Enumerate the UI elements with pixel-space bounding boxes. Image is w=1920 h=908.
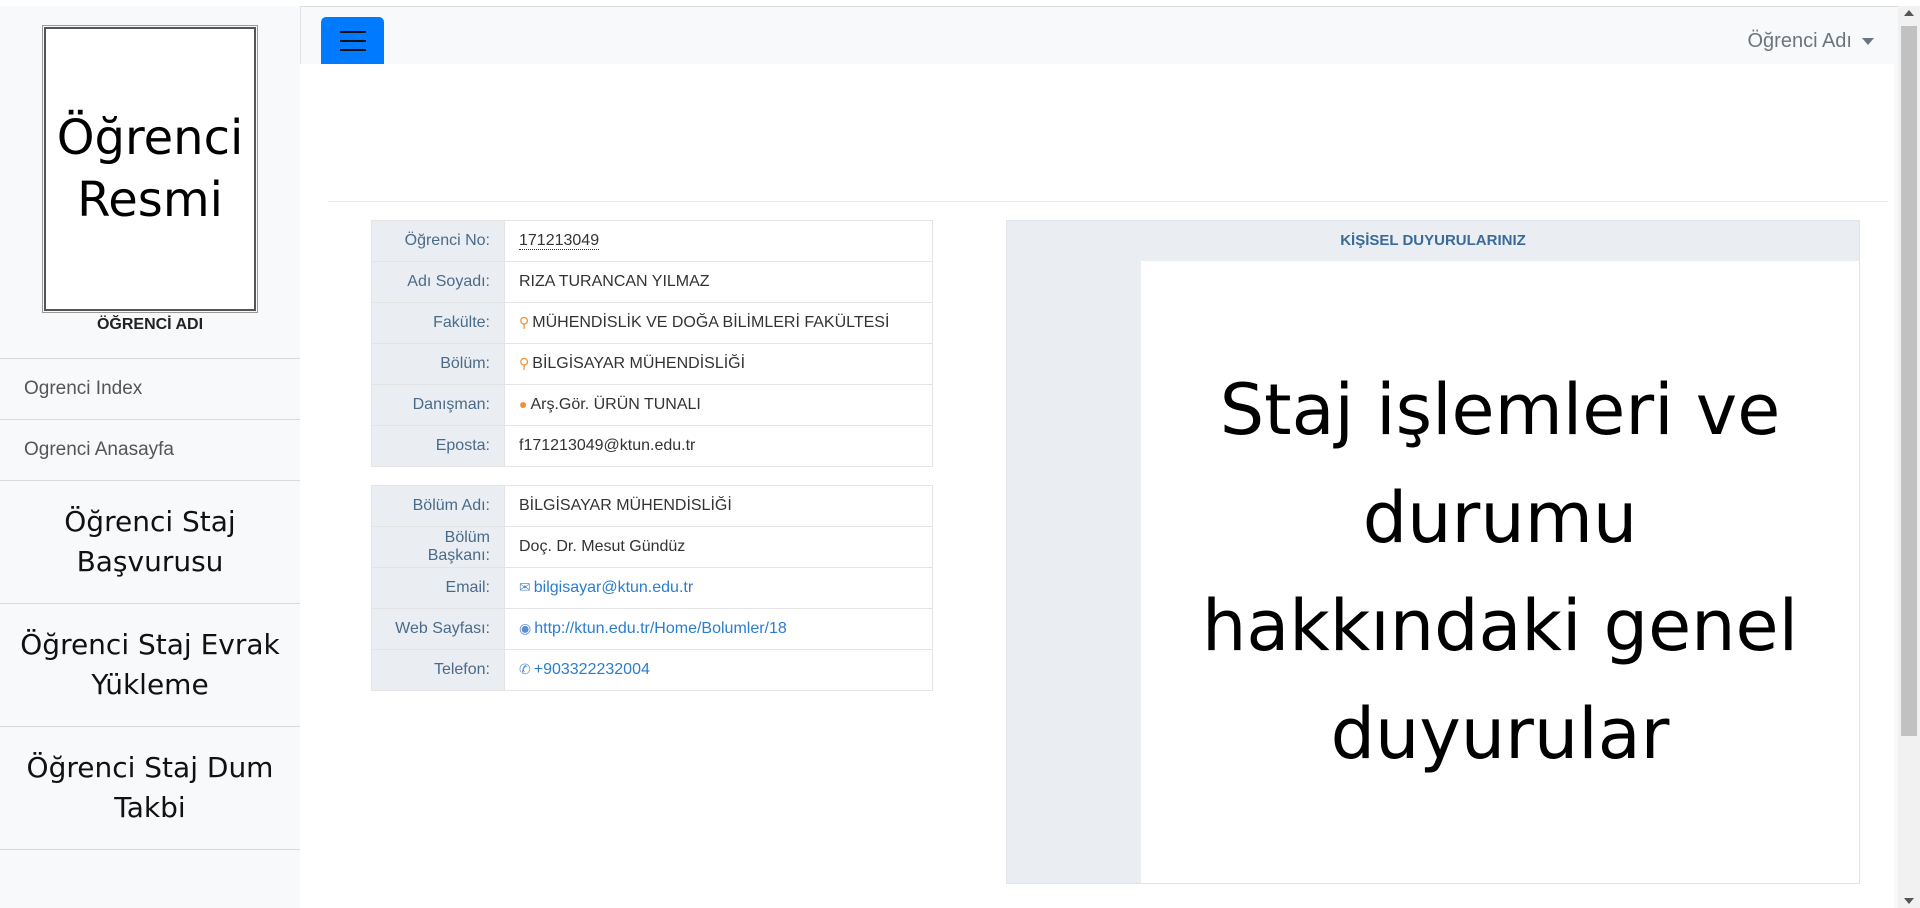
user-name-label: Öğrenci Adı [1747,30,1852,52]
student-email: f171213049@ktun.edu.tr [504,425,933,467]
table-row: Fakülte: ⚲ MÜHENDİSLİK VE DOĞA BİLİMLERİ … [371,302,933,344]
row-value-cell: ⚲ BİLGİSAYAR MÜHENDİSLİĞİ [504,343,933,385]
row-value-cell: ✉ bilgisayar@ktun.edu.tr [504,567,933,609]
sidebar-item-label: Ogrenci Index [24,378,143,399]
table-row: Adı Soyadı: RIZA TURANCAN YILMAZ [371,261,933,303]
row-label: Telefon: [371,649,505,691]
sidebar-item-ogrenci-anasayfa[interactable]: Ogrenci Anasayfa [0,420,300,481]
sidebar-nav: Ogrenci Index Ogrenci Anasayfa Öğrenci S… [0,358,300,850]
sidebar: Öğrenci Resmi ÖĞRENCİ ADI Ogrenci Index … [0,6,301,908]
table-row: Bölüm Adı: BİLGİSAYAR MÜHENDİSLİĞİ [371,485,933,527]
sidebar-item-staj-evrak-yukleme[interactable]: Öğrenci Staj Evrak Yükleme [0,604,300,727]
row-value-cell: ✆ +903322232004 [504,649,933,691]
sidebar-item-label: Ogrenci Anasayfa [24,439,174,460]
sidebar-item-staj-durum-takibi[interactable]: Öğrenci Staj Dum Takbi [0,727,300,850]
header-divider [328,201,1888,202]
scroll-up-arrow-icon[interactable] [1904,10,1914,16]
table-row: Öğrenci No: 171213049 [371,220,933,262]
department-name: BİLGİSAYAR MÜHENDİSLİĞİ [504,485,933,527]
department-website-link[interactable]: http://ktun.edu.tr/Home/Bolumler/18 [534,620,787,637]
sidebar-toggle-button[interactable] [321,17,384,64]
advisor-value: Arş.Gör. ÜRÜN TUNALI [530,396,701,413]
faculty-value: MÜHENDİSLİK VE DOĞA BİLİMLERİ FAKÜLTESİ [532,314,890,331]
row-label: Bölüm Başkanı: [371,526,505,568]
row-label: Adı Soyadı: [371,261,505,303]
student-info-table: Öğrenci No: 171213049 Adı Soyadı: RIZA T… [371,220,933,467]
table-row: Eposta: f171213049@ktun.edu.tr [371,425,933,467]
row-label: Öğrenci No: [371,220,505,262]
page-scrollbar[interactable] [1898,6,1920,908]
sidebar-item-label: Öğrenci Staj Dum Takbi [26,751,274,824]
phone-icon: ✆ [519,661,531,677]
student-photo-placeholder: Öğrenci Resmi [42,25,258,313]
department-email-link[interactable]: bilgisayar@ktun.edu.tr [534,579,693,596]
student-number: 171213049 [519,232,600,250]
sidebar-item-label: Öğrenci Staj Evrak Yükleme [20,628,280,701]
row-label: Danışman: [371,384,505,426]
row-label: Fakülte: [371,302,505,344]
table-row: Web Sayfası: ◉ http://ktun.edu.tr/Home/Bo… [371,608,933,650]
sidebar-item-ogrenci-index[interactable]: Ogrenci Index [0,359,300,420]
table-row: Bölüm Başkanı: Doç. Dr. Mesut Gündüz [371,526,933,568]
row-label: Web Sayfası: [371,608,505,650]
caret-down-icon [1862,38,1874,45]
row-value-cell: 171213049 [504,220,933,262]
department-info-table: Bölüm Adı: BİLGİSAYAR MÜHENDİSLİĞİ Bölüm… [371,485,933,691]
announcements-body: Staj işlemleri ve durumu hakkındaki gene… [1141,261,1859,883]
department-head: Doç. Dr. Mesut Gündüz [504,526,933,568]
announcements-header: KİŞİSEL DUYURULARINIZ [1340,232,1526,249]
hamburger-icon [339,30,366,51]
personal-announcements-panel: KİŞİSEL DUYURULARINIZ Staj işlemleri ve … [1006,220,1860,884]
table-row: Telefon: ✆ +903322232004 [371,649,933,691]
table-row: Email: ✉ bilgisayar@ktun.edu.tr [371,567,933,609]
map-marker-icon: ⚲ [519,314,530,330]
table-row: Danışman: ● Arş.Gör. ÜRÜN TUNALI [371,384,933,426]
sidebar-item-staj-basvurusu[interactable]: Öğrenci Staj Başvurusu [0,481,300,604]
announcements-text: Staj işlemleri ve durumu hakkındaki gene… [1201,369,1799,775]
student-name: ÖĞRENCİ ADI [96,316,204,333]
student-photo-text: Öğrenci Resmi [56,110,244,228]
row-label: Eposta: [371,425,505,467]
student-full-name: RIZA TURANCAN YILMAZ [504,261,933,303]
sidebar-item-label: Öğrenci Staj Başvurusu [64,505,236,578]
row-label: Bölüm: [371,343,505,385]
scroll-down-arrow-icon[interactable] [1904,898,1914,904]
user-icon: ● [519,396,528,412]
row-value-cell: ● Arş.Gör. ÜRÜN TUNALI [504,384,933,426]
scroll-thumb[interactable] [1901,26,1917,736]
globe-icon: ◉ [519,620,532,636]
row-value-cell: ◉ http://ktun.edu.tr/Home/Bolumler/18 [504,608,933,650]
row-label: Email: [371,567,505,609]
map-marker-icon: ⚲ [519,355,530,371]
row-value-cell: ⚲ MÜHENDİSLİK VE DOĞA BİLİMLERİ FAKÜLTESİ [504,302,933,344]
department-value: BİLGİSAYAR MÜHENDİSLİĞİ [532,355,746,372]
row-label: Bölüm Adı: [371,485,505,527]
envelope-icon: ✉ [519,579,531,595]
department-phone-link[interactable]: +903322232004 [534,661,650,678]
table-row: Bölüm: ⚲ BİLGİSAYAR MÜHENDİSLİĞİ [371,343,933,385]
user-dropdown[interactable]: Öğrenci Adı [1747,30,1874,53]
